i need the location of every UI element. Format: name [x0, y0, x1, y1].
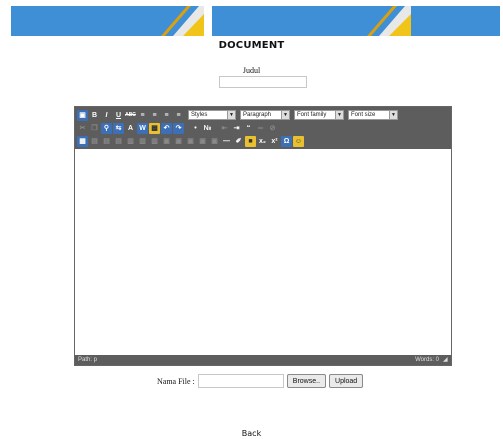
merge-cells-icon[interactable]: ▣ — [173, 136, 184, 147]
editor-statusbar: Path: p Words: 0 ◢ — [75, 355, 451, 365]
chevron-down-icon: ▼ — [227, 111, 235, 119]
col-before-icon[interactable]: ▥ — [125, 136, 136, 147]
delete-col-icon[interactable]: ▥ — [149, 136, 160, 147]
page-title: DOCUMENT — [218, 40, 285, 51]
delete-row-icon[interactable]: ▤ — [113, 136, 124, 147]
row-props-icon[interactable]: ▣ — [197, 136, 208, 147]
judul-input[interactable] — [219, 76, 307, 88]
font-family-select[interactable]: Font family ▼ — [294, 110, 344, 120]
indent-icon[interactable]: ⇥ — [231, 123, 242, 134]
toolbar-row-1: ▣ B I U ABC ≡ ≡ ≡ ≡ Styles ▼ Paragraph ▼ F… — [77, 109, 398, 121]
toolbar-separator — [214, 123, 218, 134]
row-after-icon[interactable]: ▤ — [101, 136, 112, 147]
align-justify-icon[interactable]: ≡ — [173, 110, 184, 121]
paste-text-icon[interactable]: A — [125, 123, 136, 134]
rich-text-editor: ▣ B I U ABC ≡ ≡ ≡ ≡ Styles ▼ Paragraph ▼ F… — [74, 106, 452, 366]
align-right-icon[interactable]: ≡ — [161, 110, 172, 121]
special-char-button[interactable]: Ω — [281, 135, 292, 147]
browse-button[interactable]: Browse.. — [286, 374, 327, 388]
banner-graphic — [11, 6, 500, 36]
cell-props-icon[interactable]: ▣ — [185, 136, 196, 147]
strikethrough-button[interactable]: ABC — [125, 110, 136, 121]
paste-word-icon[interactable]: W — [137, 122, 148, 134]
underline-button[interactable]: U — [113, 110, 124, 121]
status-word-count: Words: 0 — [415, 357, 439, 363]
cut-icon[interactable]: ✂ — [77, 123, 88, 134]
outdent-icon[interactable]: ⇤ — [219, 123, 230, 134]
horizontal-rule-icon[interactable]: — — [221, 136, 232, 147]
bullet-list-icon[interactable]: • — [190, 123, 201, 134]
upload-button[interactable]: Upload — [329, 374, 364, 388]
editor-toolbar: ▣ B I U ABC ≡ ≡ ≡ ≡ Styles ▼ Paragraph ▼ F… — [75, 107, 451, 149]
align-left-icon[interactable]: ≡ — [137, 110, 148, 121]
table-props-icon[interactable]: ▣ — [209, 136, 220, 147]
toolbar-separator — [185, 123, 189, 134]
superscript-button[interactable]: x² — [269, 136, 280, 147]
toolbar-row-2: ✂ ❐ ⚲ ⇆ A W ▩ ↶ ↷ • № ⇤ ⇥ “ ∞ ⊘ — [77, 122, 278, 134]
styles-select[interactable]: Styles ▼ — [188, 110, 236, 120]
bold-button[interactable]: B — [89, 110, 100, 121]
file-input[interactable] — [197, 374, 284, 388]
col-after-icon[interactable]: ▥ — [137, 136, 148, 147]
emoticon-icon[interactable]: ☺ — [293, 135, 304, 147]
toolbar-row-3: ▦ ▤ ▤ ▤ ▥ ▥ ▥ ▣ ▣ ▣ ▣ ▣ — ✐ ■ x₂ x² Ω ☺ — [77, 135, 304, 147]
blockquote-icon[interactable]: “ — [243, 123, 254, 134]
undo-icon[interactable]: ↶ — [161, 122, 172, 134]
judul-label: Judul — [242, 66, 261, 75]
numbered-list-icon[interactable]: № — [202, 123, 213, 134]
image-icon[interactable]: ■ — [245, 135, 256, 147]
select-all-icon[interactable]: ▩ — [149, 122, 160, 134]
subscript-button[interactable]: x₂ — [257, 136, 268, 147]
header-banner — [11, 6, 500, 36]
file-upload-row: Nama File : Browse.. Upload — [157, 374, 364, 388]
link-icon[interactable]: ∞ — [255, 123, 266, 134]
copy-icon[interactable]: ❐ — [89, 123, 100, 134]
font-size-select[interactable]: Font size ▼ — [348, 110, 398, 120]
remove-format-icon[interactable]: ✐ — [233, 136, 244, 147]
back-link[interactable]: Back — [0, 429, 503, 438]
unlink-icon[interactable]: ⊘ — [267, 123, 278, 134]
chevron-down-icon: ▼ — [389, 111, 397, 119]
align-center-icon[interactable]: ≡ — [149, 110, 160, 121]
paragraph-select[interactable]: Paragraph ▼ — [240, 110, 290, 120]
status-path: Path: p — [78, 357, 98, 363]
replace-icon[interactable]: ⇆ — [113, 122, 124, 134]
table-icon[interactable]: ▦ — [77, 135, 88, 147]
row-before-icon[interactable]: ▤ — [89, 136, 100, 147]
file-label: Nama File : — [157, 376, 195, 386]
save-icon[interactable]: ▣ — [77, 109, 88, 121]
find-icon[interactable]: ⚲ — [101, 122, 112, 134]
split-cells-icon[interactable]: ▣ — [161, 136, 172, 147]
resize-grip-icon[interactable]: ◢ — [443, 357, 449, 363]
chevron-down-icon: ▼ — [335, 111, 343, 119]
chevron-down-icon: ▼ — [281, 111, 289, 119]
italic-button[interactable]: I — [101, 110, 112, 121]
editor-content-area[interactable] — [75, 149, 451, 355]
redo-icon[interactable]: ↷ — [173, 122, 184, 134]
